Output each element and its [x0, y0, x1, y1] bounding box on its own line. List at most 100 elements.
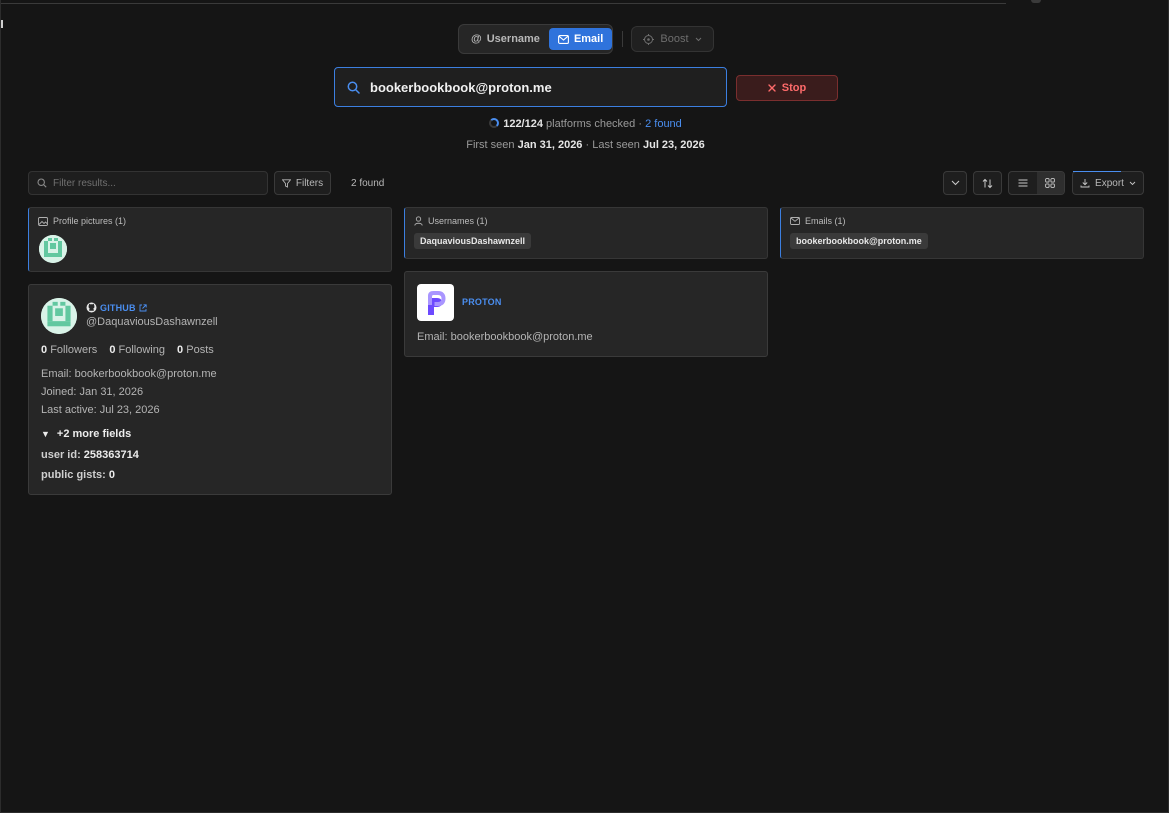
chevron-down-icon — [695, 37, 701, 41]
filter-results-box — [28, 171, 268, 195]
stop-button[interactable]: Stop — [736, 75, 838, 101]
user-id-field: user id: 258363714 — [41, 449, 139, 461]
app-window: @ Username Email Boost bookerbookbook@pr… — [0, 0, 1169, 813]
funnel-icon — [281, 178, 291, 188]
profile-pictures-header: Profile pictures (1) — [38, 216, 382, 226]
scan-status: 122/124 platforms checked · 2 found — [1, 118, 1169, 130]
usernames-title: Usernames (1) — [428, 216, 488, 226]
mode-username-label: Username — [486, 33, 540, 45]
username-chip[interactable]: DaquaviousDashawnzell — [414, 233, 532, 249]
result-count: 2 found — [351, 178, 385, 189]
proton-logo — [417, 284, 454, 321]
caret-down-icon: ▼ — [41, 429, 50, 439]
usernames-summary: Usernames (1) DaquaviousDashawnzell — [404, 207, 768, 259]
profile-pictures-summary: Profile pictures (1) — [28, 207, 392, 272]
search-bar — [334, 67, 727, 107]
github-platform-link[interactable]: GITHUB — [100, 303, 136, 313]
list-view-button[interactable] — [1009, 172, 1037, 194]
first-seen-date: Jan 31, 2026 — [517, 139, 583, 151]
boost-dropdown[interactable]: Boost — [631, 26, 714, 52]
posts-count: 0 — [177, 344, 184, 356]
sort-button[interactable] — [973, 171, 1002, 195]
user-icon — [414, 216, 423, 226]
github-handle: @DaquaviousDashawnzell — [86, 316, 218, 328]
chevron-down-icon — [1129, 181, 1136, 185]
proton-result-card: PROTON Email: bookerbookbook@proton.me — [404, 271, 768, 357]
github-avatar[interactable] — [41, 298, 77, 334]
github-result-card: GITHUB @DaquaviousDashawnzell 0 Follower… — [28, 284, 392, 495]
crosshair-icon — [643, 33, 655, 45]
search-mode-toggle: @ Username Email — [458, 24, 613, 54]
image-icon — [38, 216, 48, 226]
user-id-value: 258363714 — [83, 449, 139, 461]
emails-title: Emails (1) — [805, 216, 846, 226]
first-seen-label: First seen — [466, 139, 515, 151]
loading-spinner-icon — [489, 118, 500, 128]
filters-label: Filters — [295, 177, 324, 189]
usernames-header: Usernames (1) — [414, 216, 758, 226]
public-gists-field: public gists: 0 — [41, 469, 115, 481]
grid-icon — [1045, 178, 1056, 188]
last-seen-label: · Last seen — [585, 139, 640, 151]
proton-platform-link[interactable]: PROTON — [462, 297, 502, 307]
sort-arrows-icon — [982, 178, 993, 188]
filters-button[interactable]: Filters — [274, 171, 331, 195]
status-separator: · — [638, 118, 643, 130]
filter-results-input[interactable] — [53, 177, 253, 189]
left-handle — [1, 20, 3, 28]
mail-icon — [557, 34, 569, 44]
following-label: Following — [118, 344, 165, 356]
toolbar-divider — [622, 31, 623, 47]
boost-label: Boost — [660, 33, 689, 45]
top-border — [1, 0, 1006, 4]
export-highlight — [1073, 171, 1121, 172]
github-platform-row: GITHUB — [86, 302, 147, 313]
email-chip[interactable]: bookerbookbook@proton.me — [790, 233, 928, 249]
last-seen-date: Jul 23, 2026 — [642, 139, 705, 151]
mail-icon — [790, 217, 800, 225]
emails-header: Emails (1) — [790, 216, 1134, 226]
proton-icon — [427, 290, 445, 315]
github-last-active: Last active: Jul 23, 2026 — [41, 404, 160, 416]
stop-label: Stop — [781, 82, 807, 94]
found-count-link[interactable]: 2 found — [645, 118, 682, 130]
search-icon — [37, 178, 47, 188]
user-id-label: user id: — [41, 449, 81, 461]
chevron-down-icon — [951, 180, 959, 186]
identicon-icon — [39, 235, 67, 263]
platforms-checked-label: platforms checked — [546, 118, 636, 130]
search-icon — [347, 81, 360, 94]
grid-view-button[interactable] — [1036, 172, 1064, 194]
mode-email-button[interactable]: Email — [548, 28, 613, 50]
search-input[interactable] — [370, 79, 700, 95]
more-fields-toggle[interactable]: ▼ +2 more fields — [41, 428, 131, 440]
mode-email-label: Email — [573, 33, 604, 45]
github-icon — [86, 302, 97, 313]
seen-dates: First seen Jan 31, 2026 · Last seen Jul … — [1, 139, 1169, 151]
list-icon — [1018, 179, 1028, 187]
public-gists-value: 0 — [108, 469, 115, 481]
emails-summary: Emails (1) bookerbookbook@proton.me — [780, 207, 1144, 259]
export-label: Export — [1095, 177, 1124, 189]
public-gists-label: public gists: — [41, 469, 106, 481]
following-count: 0 — [109, 344, 116, 356]
github-email: Email: bookerbookbook@proton.me — [41, 368, 217, 380]
export-dropdown[interactable]: Export — [1072, 171, 1144, 195]
proton-email: Email: bookerbookbook@proton.me — [417, 331, 593, 343]
profile-pictures-title: Profile pictures (1) — [53, 216, 127, 226]
at-icon: @ — [471, 33, 482, 45]
platforms-checked-count: 122/124 — [503, 118, 543, 130]
github-joined: Joined: Jan 31, 2026 — [41, 386, 144, 398]
avatar[interactable] — [39, 235, 67, 263]
close-icon — [768, 84, 776, 92]
download-icon — [1080, 179, 1090, 188]
posts-label: Posts — [186, 344, 214, 356]
view-mode-toggle — [1008, 171, 1065, 195]
followers-label: Followers — [50, 344, 98, 356]
mode-username-button[interactable]: @ Username — [462, 28, 549, 50]
followers-count: 0 — [41, 344, 48, 356]
external-link-icon[interactable] — [139, 303, 147, 312]
more-fields-label: +2 more fields — [56, 428, 132, 440]
github-stats: 0 Followers 0 Following 0 Posts — [41, 344, 214, 356]
collapse-dropdown-button[interactable] — [943, 171, 967, 195]
